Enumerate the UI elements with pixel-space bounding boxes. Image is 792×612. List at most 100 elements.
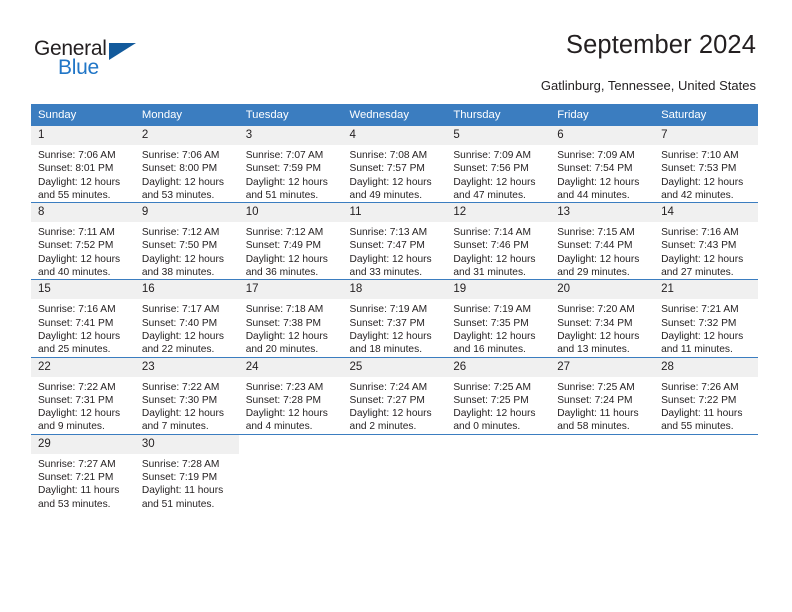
daylight-text-line2: and 20 minutes. [245,344,319,356]
sunset-text: Sunset: 7:50 PM [141,240,218,252]
day-number: 12 [446,203,551,223]
weekday-header-sunday: Sunday [31,104,135,126]
calendar-cell-empty [446,433,551,515]
sunrise-text: Sunrise: 7:22 AM [38,381,116,393]
calendar-day-cell[interactable]: 19 Sunrise: 7:19 AM Sunset: 7:35 PM Dayligh… [446,279,551,358]
calendar-day-cell[interactable]: 25 Sunrise: 7:24 AM Sunset: 7:27 PM Dayligh… [342,356,447,435]
daylight-text-line2: and 40 minutes. [38,267,111,279]
calendar-day-cell[interactable]: 5 Sunrise: 7:09 AM Sunset: 7:56 PM Daylight… [446,126,551,203]
sunset-text: Sunset: 7:25 PM [453,394,529,406]
daylight-text-line1: Daylight: 12 hours [245,330,328,342]
day-details: Sunrise: 7:23 AM Sunset: 7:28 PM Daylight:… [239,377,343,434]
weekday-header-saturday: Saturday [654,104,758,126]
sunrise-text: Sunrise: 7:06 AM [38,150,116,161]
daylight-text-line2: and 2 minutes. [349,421,417,433]
day-details: Sunrise: 7:13 AM Sunset: 7:47 PM Daylight:… [343,222,447,279]
daylight-text-line1: Daylight: 12 hours [38,253,121,265]
sunrise-text: Sunrise: 7:13 AM [349,227,428,239]
day-details: Sunrise: 7:28 AM Sunset: 7:19 PM Daylight:… [135,454,239,511]
calendar-day-cell[interactable]: 30 Sunrise: 7:28 AM Sunset: 7:19 PM Dayligh… [134,433,239,515]
day-number: 20 [550,280,655,300]
calendar-day-cell[interactable]: 7 Sunrise: 7:10 AM Sunset: 7:53 PM Daylight… [654,126,758,203]
daylight-text-line2: and 49 minutes. [349,189,423,201]
calendar-day-cell[interactable]: 26 Sunrise: 7:25 AM Sunset: 7:25 PM Dayligh… [446,356,551,435]
sunset-text: Sunset: 7:19 PM [141,472,218,484]
sunrise-text: Sunrise: 7:21 AM [661,304,739,316]
calendar-day-cell[interactable]: 27 Sunrise: 7:25 AM Sunset: 7:24 PM Dayligh… [550,356,655,435]
calendar-day-cell[interactable]: 13 Sunrise: 7:15 AM Sunset: 7:44 PM Dayligh… [550,202,655,280]
calendar-day-cell[interactable]: 17 Sunrise: 7:18 AM Sunset: 7:38 PM Dayligh… [238,279,343,358]
calendar-day-cell[interactable]: 9 Sunrise: 7:12 AM Sunset: 7:50 PM Daylight… [134,202,239,280]
daylight-text-line1: Daylight: 11 hours [661,408,743,420]
day-number: 10 [238,203,343,223]
calendar-day-cell[interactable]: 29 Sunrise: 7:27 AM Sunset: 7:21 PM Dayligh… [31,433,135,515]
calendar-day-cell[interactable]: 20 Sunrise: 7:20 AM Sunset: 7:34 PM Dayligh… [550,279,655,358]
calendar-day-cell[interactable]: 1 Sunrise: 7:06 AM Sunset: 8:01 PM Daylight… [31,126,135,203]
calendar-day-cell[interactable]: 18 Sunrise: 7:19 AM Sunset: 7:37 PM Dayligh… [342,279,447,358]
sunrise-text: Sunrise: 7:09 AM [453,150,531,161]
daylight-text-line2: and 11 minutes. [661,344,733,356]
calendar-day-cell[interactable]: 6 Sunrise: 7:09 AM Sunset: 7:54 PM Daylight… [550,126,655,203]
day-details: Sunrise: 7:16 AM Sunset: 7:41 PM Daylight:… [31,299,135,356]
calendar-grid: Sunday Monday Tuesday Wednesday Thursday… [31,104,758,515]
calendar-day-cell[interactable]: 21 Sunrise: 7:21 AM Sunset: 7:32 PM Dayligh… [654,279,758,358]
calendar-week-row: 1 Sunrise: 7:06 AM Sunset: 8:01 PM Daylight… [31,126,758,203]
calendar-day-cell[interactable]: 23 Sunrise: 7:22 AM Sunset: 7:30 PM Dayligh… [134,356,239,435]
weekday-header-monday: Monday [134,104,239,126]
day-details: Sunrise: 7:14 AM Sunset: 7:46 PM Daylight:… [446,222,550,279]
sunset-text: Sunset: 7:24 PM [557,394,633,406]
sunset-text: Sunset: 7:32 PM [661,317,737,329]
daylight-text-line1: Daylight: 12 hours [453,253,536,265]
calendar-day-cell[interactable]: 4 Sunrise: 7:08 AM Sunset: 7:57 PM Daylight… [342,126,447,203]
sunrise-text: Sunrise: 7:12 AM [141,227,220,239]
calendar-day-cell[interactable]: 10 Sunrise: 7:12 AM Sunset: 7:49 PM Dayligh… [238,202,343,280]
sunset-text: Sunset: 7:52 PM [38,240,114,252]
daylight-text-line2: and 25 minutes. [38,344,111,356]
day-details: Sunrise: 7:22 AM Sunset: 7:30 PM Daylight:… [135,377,239,434]
sunset-text: Sunset: 7:57 PM [349,163,425,175]
day-details: Sunrise: 7:18 AM Sunset: 7:38 PM Daylight:… [239,299,343,356]
calendar-table: Sunday Monday Tuesday Wednesday Thursday… [31,104,758,515]
daylight-text-line1: Daylight: 12 hours [38,176,121,188]
calendar-cell-empty [238,433,343,515]
day-details: Sunrise: 7:10 AM Sunset: 7:53 PM Daylight:… [654,145,758,202]
calendar-day-cell[interactable]: 12 Sunrise: 7:14 AM Sunset: 7:46 PM Dayligh… [446,202,551,280]
daylight-text-line2: and 31 minutes. [453,267,526,279]
daylight-text-line2: and 44 minutes. [557,189,630,201]
calendar-day-cell[interactable]: 16 Sunrise: 7:17 AM Sunset: 7:40 PM Dayligh… [134,279,239,358]
day-details: Sunrise: 7:08 AM Sunset: 7:57 PM Daylight:… [343,145,447,202]
brand-logo[interactable]: General Blue [34,37,164,83]
calendar-day-cell[interactable]: 15 Sunrise: 7:16 AM Sunset: 7:41 PM Dayligh… [31,279,135,358]
sunset-text: Sunset: 7:41 PM [38,317,114,329]
daylight-text-line1: Daylight: 12 hours [245,176,328,188]
calendar-day-cell[interactable]: 14 Sunrise: 7:16 AM Sunset: 7:43 PM Dayligh… [654,202,758,280]
calendar-day-cell[interactable]: 24 Sunrise: 7:23 AM Sunset: 7:28 PM Dayligh… [238,356,343,435]
calendar-day-cell[interactable]: 3 Sunrise: 7:07 AM Sunset: 7:59 PM Daylight… [238,126,343,203]
weekday-header-tuesday: Tuesday [238,104,343,126]
calendar-header-row: Sunday Monday Tuesday Wednesday Thursday… [31,104,758,126]
sunrise-text: Sunrise: 7:24 AM [349,381,428,393]
day-details: Sunrise: 7:26 AM Sunset: 7:22 PM Daylight:… [654,377,758,434]
calendar-cell-empty [550,433,655,515]
day-number: 23 [134,357,239,377]
sunrise-text: Sunrise: 7:14 AM [453,227,531,239]
daylight-text-line1: Daylight: 12 hours [349,253,432,265]
day-number: 16 [134,280,239,300]
sunset-text: Sunset: 7:53 PM [661,163,737,175]
daylight-text-line1: Daylight: 12 hours [141,176,224,188]
calendar-day-cell[interactable]: 8 Sunrise: 7:11 AM Sunset: 7:52 PM Daylight… [31,202,135,280]
calendar-day-cell[interactable]: 2 Sunrise: 7:06 AM Sunset: 8:00 PM Daylight… [134,126,239,203]
calendar-page: General Blue September 2024 Gatlinburg, … [0,0,792,612]
sunset-text: Sunset: 7:22 PM [661,394,737,406]
daylight-text-line2: and 22 minutes. [141,344,215,356]
calendar-day-cell[interactable]: 28 Sunrise: 7:26 AM Sunset: 7:22 PM Dayligh… [654,356,758,435]
calendar-day-cell[interactable]: 11 Sunrise: 7:13 AM Sunset: 7:47 PM Dayligh… [342,202,447,280]
day-number: 25 [342,357,447,377]
calendar-day-cell[interactable]: 22 Sunrise: 7:22 AM Sunset: 7:31 PM Dayligh… [31,356,135,435]
daylight-text-line2: and 7 minutes. [141,421,209,433]
daylight-text-line1: Daylight: 12 hours [661,253,744,265]
sunrise-text: Sunrise: 7:18 AM [245,304,324,316]
day-number: 2 [134,126,239,145]
day-details: Sunrise: 7:25 AM Sunset: 7:25 PM Daylight:… [446,377,550,434]
weekday-header-thursday: Thursday [446,104,551,126]
